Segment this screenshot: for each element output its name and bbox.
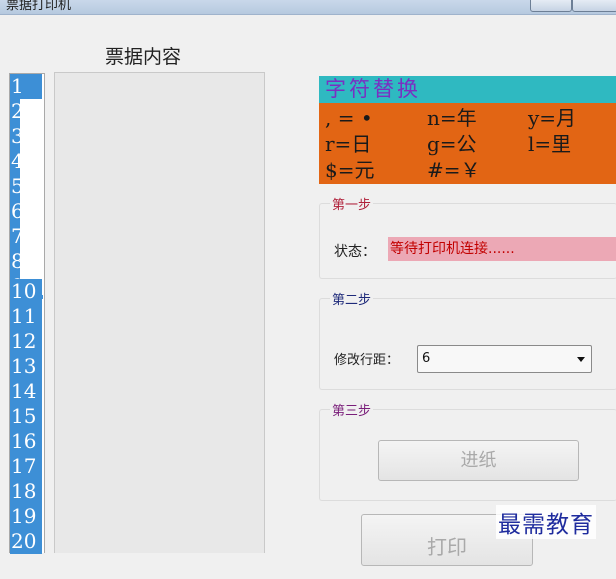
ticket-content-label: 票据内容 — [105, 46, 182, 68]
step3-group: 第三步 进纸 — [319, 400, 616, 501]
step2-group: 第二步 修改行距： 6 — [319, 289, 616, 390]
paper-feed-button[interactable]: 进纸 — [378, 440, 579, 481]
line-number: 7 — [10, 224, 24, 249]
line-number: 5 — [10, 174, 24, 199]
legend-rule: r=日 — [325, 132, 372, 156]
line-number: 17 — [10, 454, 42, 479]
ticket-content-textarea[interactable] — [54, 72, 265, 553]
step1-group: 第一步 状态： 等待打印机连接...... — [319, 194, 616, 279]
line-number-gutter: 1 2 3 4 5 6 7 8 9 10 11 12 13 14 15 16 1… — [9, 73, 45, 554]
legend-body: , = • n=年 y=月 r=日 g=公 l=里 $=元 #=￥ — [319, 103, 616, 184]
line-spacing-value: 6 — [422, 351, 431, 366]
line-number: 15 — [10, 404, 42, 429]
close-button[interactable] — [572, 0, 616, 12]
legend-title: 字符替换 — [325, 77, 421, 101]
legend-rule: l=里 — [528, 132, 572, 156]
watermark-text: 最需教育 — [496, 505, 596, 539]
legend-header: 字符替换 — [319, 76, 616, 103]
line-number: 6 — [10, 199, 24, 224]
step3-title: 第三步 — [330, 400, 374, 419]
printer-status: 等待打印机连接...... — [388, 237, 616, 261]
line-number: 18 — [10, 479, 42, 504]
line-number: 14 — [10, 379, 42, 404]
line-number: 1 — [10, 74, 42, 99]
line-number: 12 — [10, 329, 42, 354]
title-bar: 票据打印机 — [0, 0, 616, 15]
window-title: 票据打印机 — [6, 0, 72, 13]
chevron-down-icon — [577, 357, 585, 362]
line-number: 11 — [10, 304, 42, 329]
legend-rule: g=公 — [427, 132, 477, 156]
step1-title: 第一步 — [330, 194, 374, 213]
line-number: 8 — [10, 249, 24, 274]
line-number: 20 — [10, 529, 42, 554]
step2-title: 第二步 — [330, 289, 374, 308]
minimize-button[interactable] — [530, 0, 572, 12]
line-number: 2 — [10, 99, 24, 124]
line-number: 16 — [10, 429, 42, 454]
line-number: 4 — [10, 149, 24, 174]
line-number: 3 — [10, 124, 24, 149]
line-number: 19 — [10, 504, 42, 529]
line-spacing-label: 修改行距： — [334, 353, 400, 368]
line-number: 10 — [10, 279, 42, 304]
legend-rule: , = • — [325, 106, 373, 130]
line-number: 13 — [10, 354, 42, 379]
legend-rule: y=月 — [528, 106, 577, 130]
legend-rule: n=年 — [427, 106, 477, 130]
legend-rule: #=￥ — [427, 158, 481, 182]
char-replace-legend: 字符替换 , = • n=年 y=月 r=日 g=公 l=里 $=元 #=￥ — [319, 76, 616, 184]
legend-rule: $=元 — [325, 158, 375, 182]
line-spacing-select[interactable]: 6 — [417, 345, 592, 373]
status-label: 状态： — [334, 244, 376, 260]
